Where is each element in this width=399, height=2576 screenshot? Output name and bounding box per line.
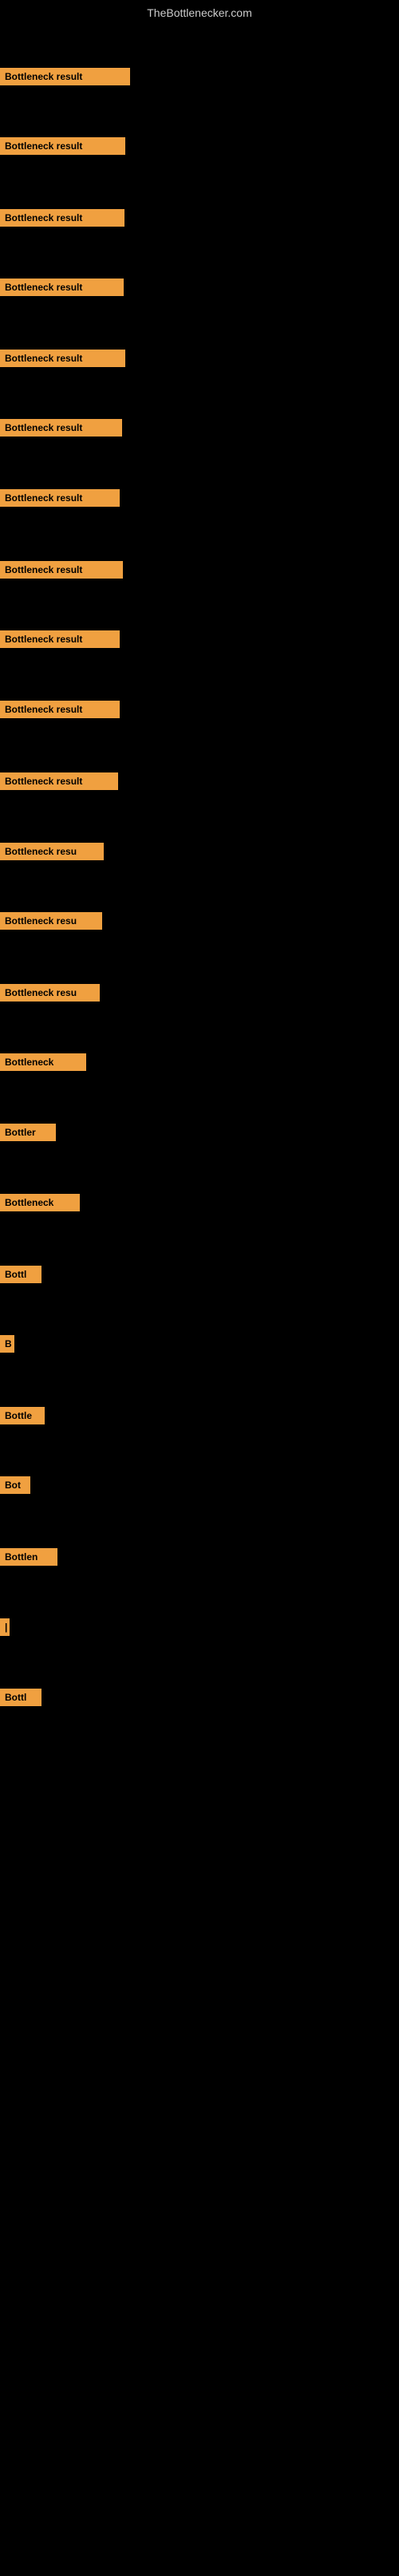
bottleneck-bar-14: Bottleneck resu bbox=[0, 984, 100, 1002]
bottleneck-bar-24: Bottl bbox=[0, 1689, 41, 1706]
bottleneck-bar-20: Bottle bbox=[0, 1407, 45, 1424]
bottleneck-bar-7: Bottleneck result bbox=[0, 489, 120, 507]
bottleneck-bar-15: Bottleneck bbox=[0, 1053, 86, 1071]
bottleneck-bar-6: Bottleneck result bbox=[0, 419, 122, 437]
site-title: TheBottlenecker.com bbox=[0, 0, 399, 22]
bottleneck-bar-1: Bottleneck result bbox=[0, 68, 130, 85]
bottleneck-bar-18: Bottl bbox=[0, 1266, 41, 1283]
bottleneck-bar-11: Bottleneck result bbox=[0, 772, 118, 790]
bottleneck-bar-9: Bottleneck result bbox=[0, 630, 120, 648]
bottleneck-bar-16: Bottler bbox=[0, 1124, 56, 1141]
bottleneck-bar-19: B bbox=[0, 1335, 14, 1353]
bottleneck-bar-8: Bottleneck result bbox=[0, 561, 123, 579]
bottleneck-bar-10: Bottleneck result bbox=[0, 701, 120, 718]
bottleneck-bar-4: Bottleneck result bbox=[0, 279, 124, 296]
bottleneck-bar-2: Bottleneck result bbox=[0, 137, 125, 155]
bottleneck-bar-23: | bbox=[0, 1618, 10, 1636]
bottleneck-bar-3: Bottleneck result bbox=[0, 209, 124, 227]
bottleneck-bar-5: Bottleneck result bbox=[0, 350, 125, 367]
bottleneck-bar-21: Bot bbox=[0, 1476, 30, 1494]
bottleneck-bar-22: Bottlen bbox=[0, 1548, 57, 1566]
bottleneck-bar-13: Bottleneck resu bbox=[0, 912, 102, 930]
bottleneck-bar-12: Bottleneck resu bbox=[0, 843, 104, 860]
bottleneck-bar-17: Bottleneck bbox=[0, 1194, 80, 1211]
